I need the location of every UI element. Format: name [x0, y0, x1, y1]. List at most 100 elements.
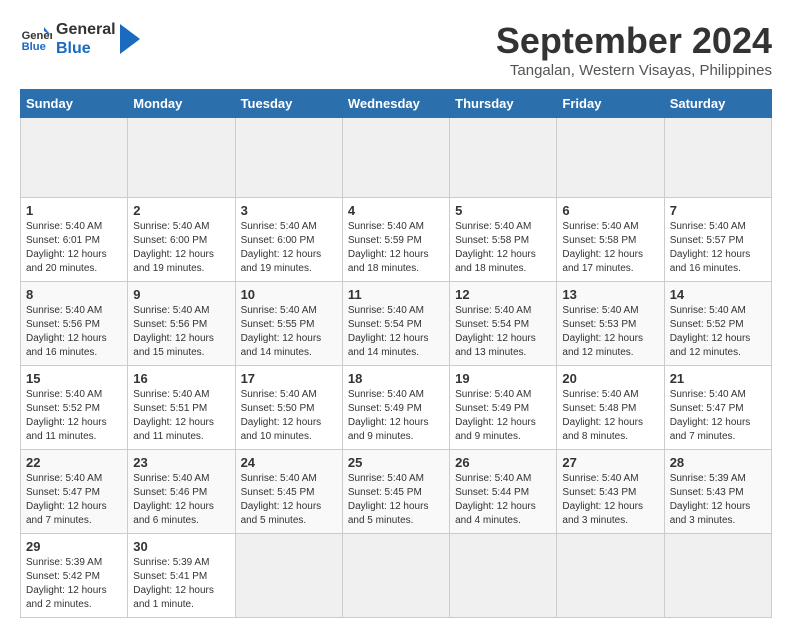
day-number: 9	[133, 287, 229, 302]
calendar-cell	[664, 118, 771, 198]
cell-content: Sunrise: 5:40 AMSunset: 5:47 PMDaylight:…	[26, 472, 122, 528]
column-header-thursday: Thursday	[450, 90, 557, 118]
cell-content: Sunrise: 5:40 AMSunset: 5:47 PMDaylight:…	[670, 388, 766, 444]
calendar-cell	[342, 534, 449, 618]
calendar-cell: 20 Sunrise: 5:40 AMSunset: 5:48 PMDayligh…	[557, 366, 664, 450]
month-title: September 2024	[496, 20, 772, 62]
day-number: 15	[26, 371, 122, 386]
calendar-cell: 3Sunrise: 5:40 AMSunset: 6:00 PMDaylight…	[235, 198, 342, 282]
calendar-cell: 15 Sunrise: 5:40 AMSunset: 5:52 PMDayligh…	[21, 366, 128, 450]
calendar-cell	[450, 534, 557, 618]
day-number: 5	[455, 203, 551, 218]
calendar-cell: 24Sunrise: 5:40 AMSunset: 5:45 PMDayligh…	[235, 450, 342, 534]
calendar-cell	[342, 118, 449, 198]
column-header-monday: Monday	[128, 90, 235, 118]
calendar-cell: 12 Sunrise: 5:40 AMSunset: 5:54 PMDayligh…	[450, 282, 557, 366]
cell-content: Sunrise: 5:40 AMSunset: 5:58 PMDaylight:…	[562, 220, 658, 276]
cell-content: Sunrise: 5:40 AMSunset: 5:48 PMDaylight:…	[562, 388, 658, 444]
calendar-cell: 30Sunrise: 5:39 AMSunset: 5:41 PMDayligh…	[128, 534, 235, 618]
day-number: 12	[455, 287, 551, 302]
calendar-cell: 9Sunrise: 5:40 AMSunset: 5:56 PMDaylight…	[128, 282, 235, 366]
calendar-cell	[128, 118, 235, 198]
calendar-week-row: 29Sunrise: 5:39 AMSunset: 5:42 PMDayligh…	[21, 534, 772, 618]
day-number: 14	[670, 287, 766, 302]
calendar-cell: 23Sunrise: 5:40 AMSunset: 5:46 PMDayligh…	[128, 450, 235, 534]
day-number: 21	[670, 371, 766, 386]
day-number: 26	[455, 455, 551, 470]
logo-icon: General Blue	[20, 23, 52, 55]
cell-content: Sunrise: 5:40 AMSunset: 5:43 PMDaylight:…	[562, 472, 658, 528]
day-number: 28	[670, 455, 766, 470]
calendar-cell	[235, 118, 342, 198]
day-number: 23	[133, 455, 229, 470]
cell-content: Sunrise: 5:40 AMSunset: 5:49 PMDaylight:…	[455, 388, 551, 444]
logo-blue: Blue	[56, 39, 116, 58]
cell-content: Sunrise: 5:40 AMSunset: 5:52 PMDaylight:…	[670, 304, 766, 360]
svg-text:Blue: Blue	[22, 41, 46, 53]
cell-content: Sunrise: 5:40 AMSunset: 5:55 PMDaylight:…	[241, 304, 337, 360]
cell-content: Sunrise: 5:39 AMSunset: 5:43 PMDaylight:…	[670, 472, 766, 528]
day-number: 19	[455, 371, 551, 386]
calendar-week-row: 22 Sunrise: 5:40 AMSunset: 5:47 PMDayligh…	[21, 450, 772, 534]
calendar-cell	[21, 118, 128, 198]
calendar-cell	[557, 534, 664, 618]
calendar-cell: 21 Sunrise: 5:40 AMSunset: 5:47 PMDayligh…	[664, 366, 771, 450]
calendar-cell: 16 Sunrise: 5:40 AMSunset: 5:51 PMDayligh…	[128, 366, 235, 450]
day-number: 27	[562, 455, 658, 470]
calendar-cell: 22 Sunrise: 5:40 AMSunset: 5:47 PMDayligh…	[21, 450, 128, 534]
calendar-cell	[450, 118, 557, 198]
logo: General Blue General Blue	[20, 20, 140, 58]
cell-content: Sunrise: 5:40 AMSunset: 5:57 PMDaylight:…	[670, 220, 766, 276]
cell-content: Sunrise: 5:40 AMSunset: 5:51 PMDaylight:…	[133, 388, 229, 444]
cell-content: Sunrise: 5:40 AMSunset: 5:56 PMDaylight:…	[26, 304, 122, 360]
day-number: 22	[26, 455, 122, 470]
column-header-tuesday: Tuesday	[235, 90, 342, 118]
title-block: September 2024 Tangalan, Western Visayas…	[496, 20, 772, 79]
day-number: 2	[133, 203, 229, 218]
calendar-cell: 13Sunrise: 5:40 AMSunset: 5:53 PMDayligh…	[557, 282, 664, 366]
cell-content: Sunrise: 5:40 AMSunset: 5:58 PMDaylight:…	[455, 220, 551, 276]
cell-content: Sunrise: 5:40 AMSunset: 6:00 PMDaylight:…	[133, 220, 229, 276]
day-number: 20	[562, 371, 658, 386]
cell-content: Sunrise: 5:40 AMSunset: 5:59 PMDaylight:…	[348, 220, 444, 276]
day-number: 7	[670, 203, 766, 218]
column-header-friday: Friday	[557, 90, 664, 118]
day-number: 18	[348, 371, 444, 386]
cell-content: Sunrise: 5:40 AMSunset: 5:52 PMDaylight:…	[26, 388, 122, 444]
day-number: 25	[348, 455, 444, 470]
calendar-week-row	[21, 118, 772, 198]
day-number: 29	[26, 539, 122, 554]
cell-content: Sunrise: 5:40 AMSunset: 5:49 PMDaylight:…	[348, 388, 444, 444]
calendar-cell	[557, 118, 664, 198]
cell-content: Sunrise: 5:40 AMSunset: 6:01 PMDaylight:…	[26, 220, 122, 276]
day-number: 24	[241, 455, 337, 470]
day-number: 30	[133, 539, 229, 554]
cell-content: Sunrise: 5:40 AMSunset: 5:45 PMDaylight:…	[348, 472, 444, 528]
cell-content: Sunrise: 5:40 AMSunset: 5:44 PMDaylight:…	[455, 472, 551, 528]
calendar-cell: 19 Sunrise: 5:40 AMSunset: 5:49 PMDayligh…	[450, 366, 557, 450]
calendar-cell: 10 Sunrise: 5:40 AMSunset: 5:55 PMDayligh…	[235, 282, 342, 366]
column-header-wednesday: Wednesday	[342, 90, 449, 118]
calendar-cell: 8Sunrise: 5:40 AMSunset: 5:56 PMDaylight…	[21, 282, 128, 366]
day-number: 3	[241, 203, 337, 218]
cell-content: Sunrise: 5:40 AMSunset: 5:54 PMDaylight:…	[455, 304, 551, 360]
logo-arrow-icon	[120, 24, 140, 54]
column-header-sunday: Sunday	[21, 90, 128, 118]
calendar-cell	[235, 534, 342, 618]
calendar-cell: 6 Sunrise: 5:40 AMSunset: 5:58 PMDaylight…	[557, 198, 664, 282]
day-number: 6	[562, 203, 658, 218]
day-number: 4	[348, 203, 444, 218]
calendar-week-row: 8Sunrise: 5:40 AMSunset: 5:56 PMDaylight…	[21, 282, 772, 366]
day-number: 10	[241, 287, 337, 302]
day-number: 16	[133, 371, 229, 386]
calendar-cell: 2 Sunrise: 5:40 AMSunset: 6:00 PMDaylight…	[128, 198, 235, 282]
location-subtitle: Tangalan, Western Visayas, Philippines	[496, 62, 772, 79]
logo-general: General	[56, 20, 116, 39]
calendar-header-row: SundayMondayTuesdayWednesdayThursdayFrid…	[21, 90, 772, 118]
calendar-cell: 29Sunrise: 5:39 AMSunset: 5:42 PMDayligh…	[21, 534, 128, 618]
cell-content: Sunrise: 5:40 AMSunset: 5:50 PMDaylight:…	[241, 388, 337, 444]
calendar-cell: 4 Sunrise: 5:40 AMSunset: 5:59 PMDaylight…	[342, 198, 449, 282]
calendar-week-row: 15 Sunrise: 5:40 AMSunset: 5:52 PMDayligh…	[21, 366, 772, 450]
day-number: 13	[562, 287, 658, 302]
calendar-cell: 1Sunrise: 5:40 AMSunset: 6:01 PMDaylight…	[21, 198, 128, 282]
